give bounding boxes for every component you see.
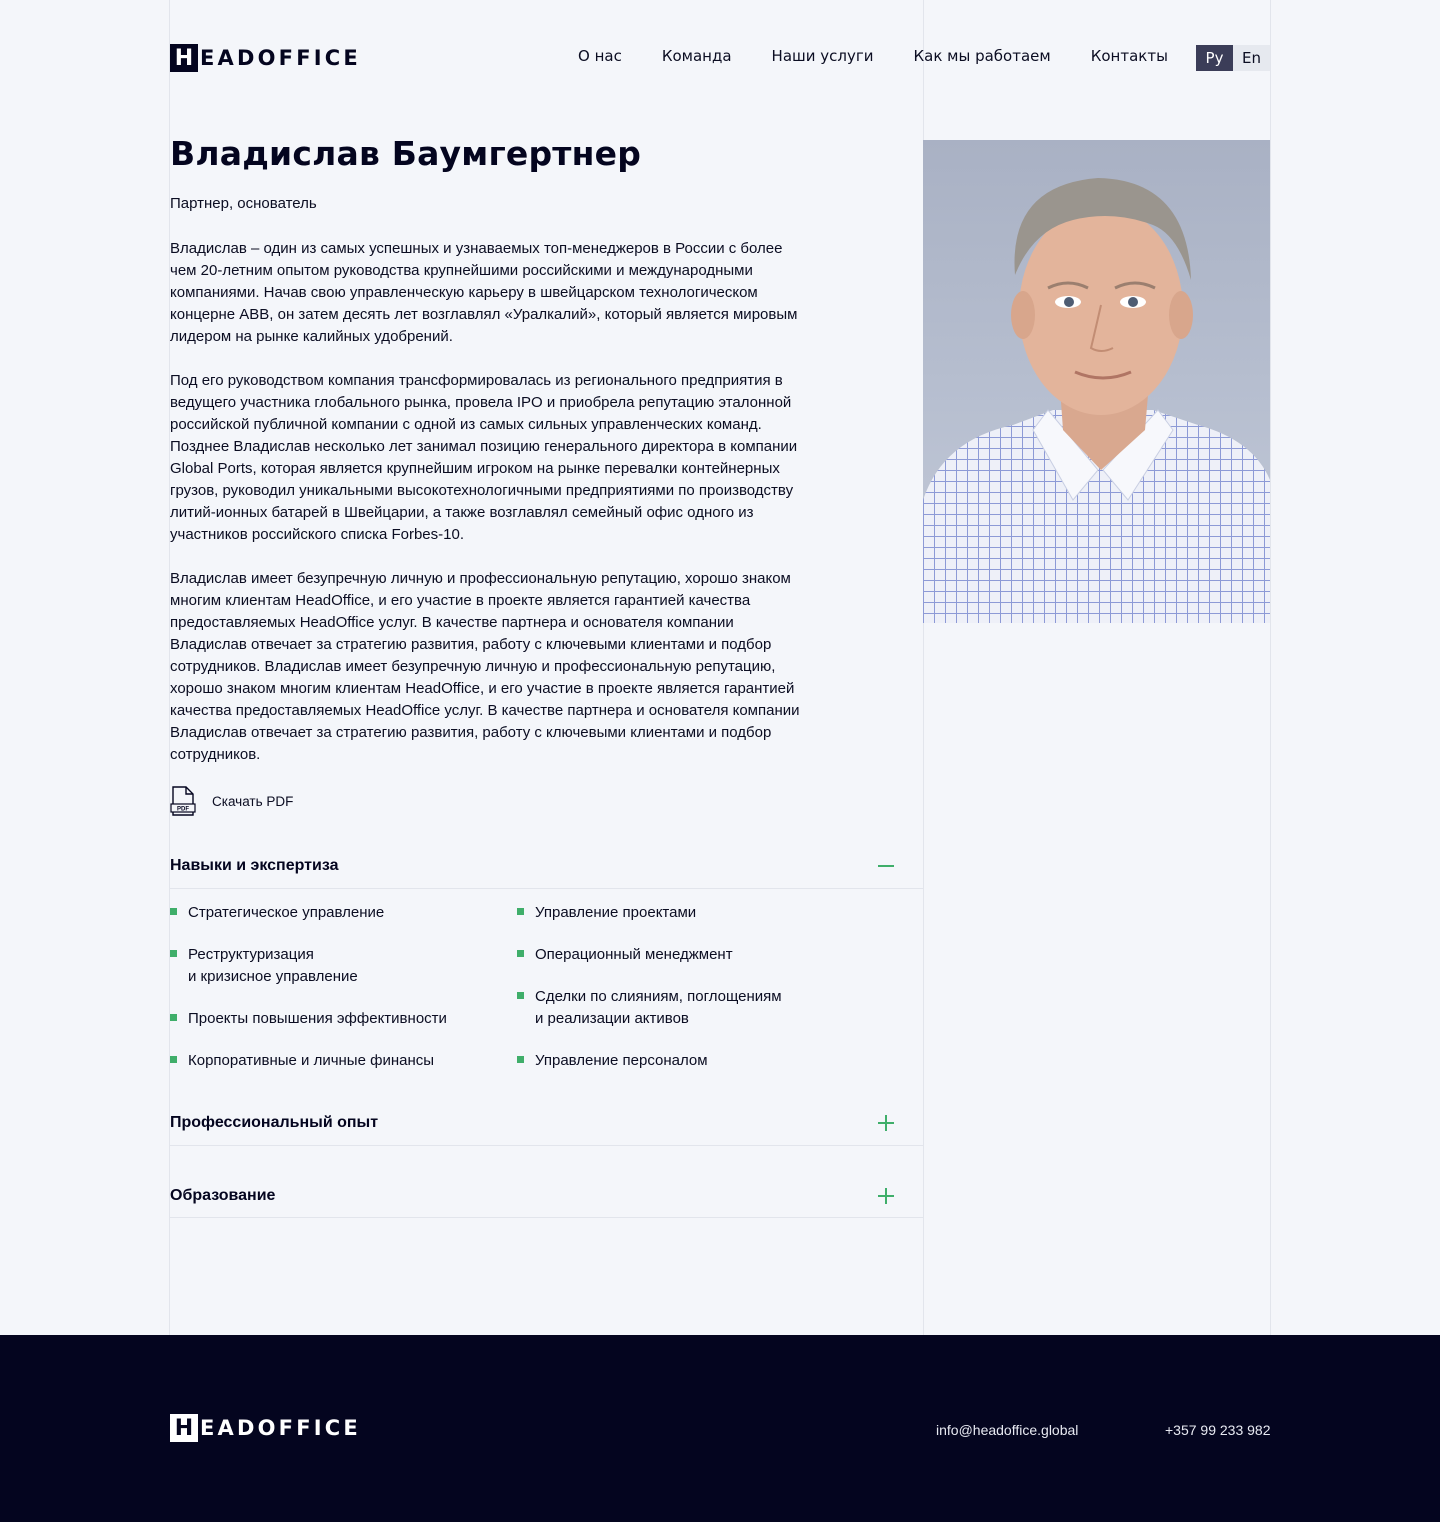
person-role: Партнер, основатель — [170, 195, 317, 212]
nav-how-we-work[interactable]: Как мы работаем — [913, 47, 1050, 65]
skill-item: Проекты повышения эффективности — [170, 1008, 517, 1030]
language-switcher: Ру En — [1196, 45, 1270, 71]
skill-item: Операционный менеджмент — [517, 944, 782, 966]
logo-word: EADOFFICE — [200, 46, 361, 70]
bio-paragraph: Владислав – один из самых успешных и узн… — [170, 240, 798, 345]
nav-contacts[interactable]: Контакты — [1091, 47, 1168, 65]
person-photo — [923, 140, 1270, 623]
skills-column-right: Управление проектами Операционный менедж… — [517, 902, 782, 1092]
logo-word: EADOFFICE — [200, 1416, 361, 1440]
main-nav: О нас Команда Наши услуги Как мы работае… — [578, 47, 1208, 65]
skills-column-left: Стратегическое управление Реструктуризац… — [170, 902, 517, 1092]
guide-line-right — [1270, 0, 1271, 1335]
skill-item: Реструктуризация и кризисное управление — [170, 944, 517, 988]
skill-item: Стратегическое управление — [170, 902, 517, 924]
lang-ru-button[interactable]: Ру — [1196, 45, 1233, 71]
nav-about[interactable]: О нас — [578, 47, 622, 65]
minus-icon[interactable] — [878, 858, 894, 874]
accordion-education-header[interactable]: Образование — [170, 1181, 923, 1211]
footer-phone-link[interactable]: +357 99 233 982 — [1165, 1422, 1271, 1438]
footer-email-link[interactable]: info@headoffice.global — [936, 1422, 1078, 1438]
skills-list: Стратегическое управление Реструктуризац… — [170, 902, 870, 1092]
plus-icon[interactable] — [878, 1188, 894, 1204]
person-bio: Владислав – один из самых успешных и узн… — [170, 238, 810, 788]
lang-en-button[interactable]: En — [1233, 45, 1270, 71]
footer-headoffice-logo[interactable]: H EADOFFICE — [170, 1414, 361, 1442]
bio-paragraph: Владислав имеет безупречную личную и про… — [170, 570, 800, 763]
accordion-experience-title: Профессиональный опыт — [170, 1114, 379, 1131]
skill-item: Корпоративные и личные финансы — [170, 1050, 517, 1072]
accordion-skills-header[interactable]: Навыки и экспертиза — [170, 851, 923, 881]
skill-item: Управление персоналом — [517, 1050, 782, 1072]
plus-icon[interactable] — [878, 1115, 894, 1131]
accordion-experience-header[interactable]: Профессиональный опыт — [170, 1108, 923, 1138]
bio-paragraph: Под его руководством компания трансформи… — [170, 372, 798, 543]
portrait-illustration — [923, 178, 1270, 623]
pdf-file-icon: PDF — [170, 786, 196, 816]
download-pdf-link[interactable]: PDF Скачать PDF — [170, 786, 293, 817]
divider — [170, 888, 923, 889]
skill-item: Управление проектами — [517, 902, 782, 924]
divider — [170, 1145, 923, 1146]
nav-team[interactable]: Команда — [662, 47, 732, 65]
nav-services[interactable]: Наши услуги — [772, 47, 874, 65]
accordion-skills-title: Навыки и экспертиза — [170, 857, 339, 874]
logo-mark: H — [170, 44, 198, 72]
logo-mark: H — [170, 1414, 198, 1442]
download-pdf-label: Скачать PDF — [212, 794, 294, 809]
skill-item: Сделки по слияниям, поглощениям и реализ… — [517, 986, 782, 1030]
person-name: Владислав Баумгертнер — [170, 134, 642, 173]
svg-text:PDF: PDF — [177, 807, 189, 813]
headoffice-logo[interactable]: H EADOFFICE — [170, 44, 361, 72]
divider — [170, 1217, 923, 1218]
accordion-education-title: Образование — [170, 1187, 276, 1204]
